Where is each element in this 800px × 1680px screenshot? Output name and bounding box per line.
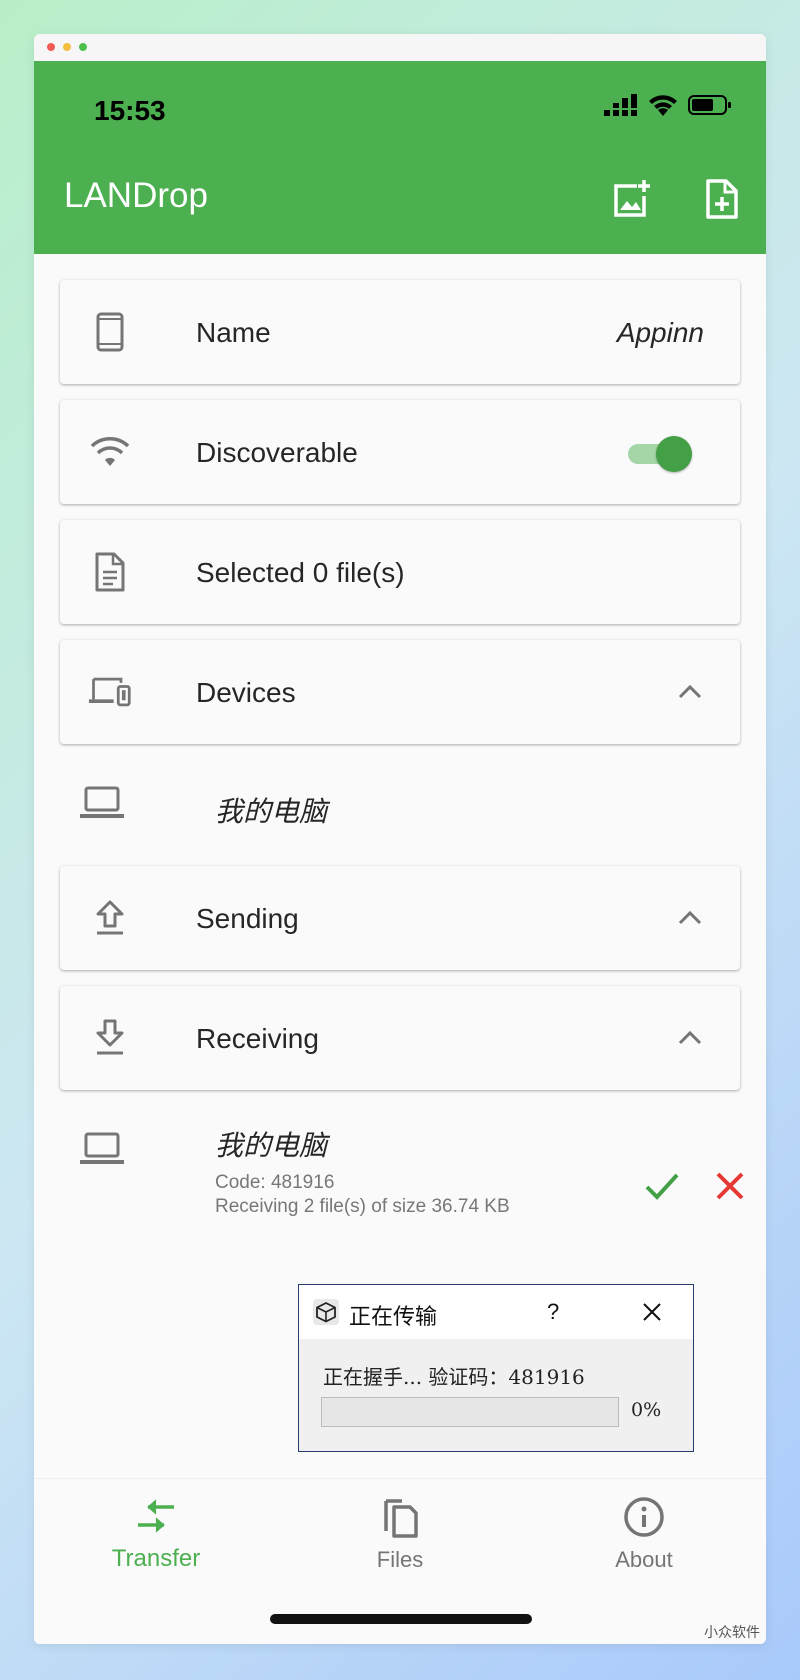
zoom-window-button[interactable]: [79, 43, 87, 51]
add-file-button[interactable]: [700, 177, 744, 221]
app-title: LANDrop: [64, 176, 208, 215]
nav-about[interactable]: About: [522, 1479, 766, 1599]
info-icon: [624, 1497, 664, 1537]
name-value[interactable]: Appinn: [617, 317, 704, 349]
receiving-card[interactable]: Receiving: [60, 986, 740, 1090]
verification-code: Code: 481916: [215, 1172, 335, 1193]
chevron-up-icon[interactable]: [676, 1024, 704, 1052]
nav-about-label: About: [615, 1547, 673, 1572]
sending-label: Sending: [196, 903, 299, 934]
receiving-label: Receiving: [196, 1023, 319, 1054]
transfer-dialog: 正在传输 ? 正在握手... 验证码：481916 0%: [298, 1284, 694, 1452]
close-window-button[interactable]: [47, 43, 55, 51]
add-file-icon: [706, 179, 738, 219]
nav-files-label: Files: [376, 1547, 424, 1572]
receiving-request-row: 我的电脑 Code: 481916 Receiving 2 file(s) of…: [60, 1106, 744, 1236]
upload-icon: [88, 896, 132, 940]
add-image-button[interactable]: [610, 177, 654, 221]
document-icon: [88, 550, 132, 594]
discoverable-label: Discoverable: [196, 437, 358, 468]
app-window: 15:53 LANDrop Name Appinn Discoverable S…: [34, 34, 766, 1644]
selected-files-card[interactable]: Selected 0 file(s): [60, 520, 740, 624]
add-photo-icon: [614, 180, 650, 217]
dialog-titlebar: 正在传输 ?: [299, 1285, 693, 1339]
package-icon: [313, 1299, 339, 1325]
laptop-icon: [80, 1132, 124, 1164]
wifi-icon: [649, 95, 677, 116]
phone-icon: [88, 310, 132, 354]
toggle-thumb: [656, 436, 692, 472]
discoverable-toggle[interactable]: [624, 436, 692, 472]
reject-icon[interactable]: [710, 1166, 750, 1206]
transfer-arrows-icon: [138, 1499, 174, 1533]
nav-files[interactable]: Files: [278, 1479, 522, 1599]
progress-percent: 0%: [631, 1399, 662, 1421]
files-icon: [384, 1499, 418, 1538]
device-row[interactable]: 我的电脑: [60, 760, 740, 860]
app-bar: 15:53 LANDrop: [34, 61, 766, 254]
chevron-up-icon[interactable]: [676, 904, 704, 932]
chevron-up-icon[interactable]: [676, 678, 704, 706]
nav-transfer[interactable]: Transfer: [34, 1479, 278, 1599]
watermark: 小众软件: [704, 1625, 760, 1641]
accept-icon[interactable]: [642, 1166, 682, 1206]
window-titlebar: [34, 34, 766, 61]
devices-label: Devices: [196, 677, 296, 708]
dialog-message: 正在握手... 验证码：481916: [323, 1365, 585, 1389]
sender-device-name: 我的电脑: [215, 1129, 328, 1162]
device-name: 我的电脑: [215, 795, 328, 828]
wifi-icon: [88, 430, 132, 474]
devices-card[interactable]: Devices: [60, 640, 740, 744]
status-icons: [604, 94, 732, 116]
signal-icon: [604, 94, 637, 116]
close-icon[interactable]: [639, 1299, 665, 1325]
receiving-info: Receiving 2 file(s) of size 36.74 KB: [215, 1196, 510, 1217]
sending-card[interactable]: Sending: [60, 866, 740, 970]
name-card[interactable]: Name Appinn: [60, 280, 740, 384]
status-time: 15:53: [94, 95, 166, 126]
nav-transfer-label: Transfer: [111, 1545, 201, 1572]
laptop-icon: [80, 786, 124, 818]
battery-icon: [688, 95, 731, 115]
home-indicator: [270, 1614, 532, 1624]
discoverable-card[interactable]: Discoverable: [60, 400, 740, 504]
download-icon: [88, 1016, 132, 1060]
name-label: Name: [196, 317, 271, 348]
help-button[interactable]: ?: [547, 1299, 559, 1325]
progress-bar: [321, 1397, 619, 1427]
selected-files-label: Selected 0 file(s): [196, 557, 405, 588]
devices-icon: [88, 670, 132, 714]
dialog-title: 正在传输: [349, 1305, 438, 1330]
minimize-window-button[interactable]: [63, 43, 71, 51]
